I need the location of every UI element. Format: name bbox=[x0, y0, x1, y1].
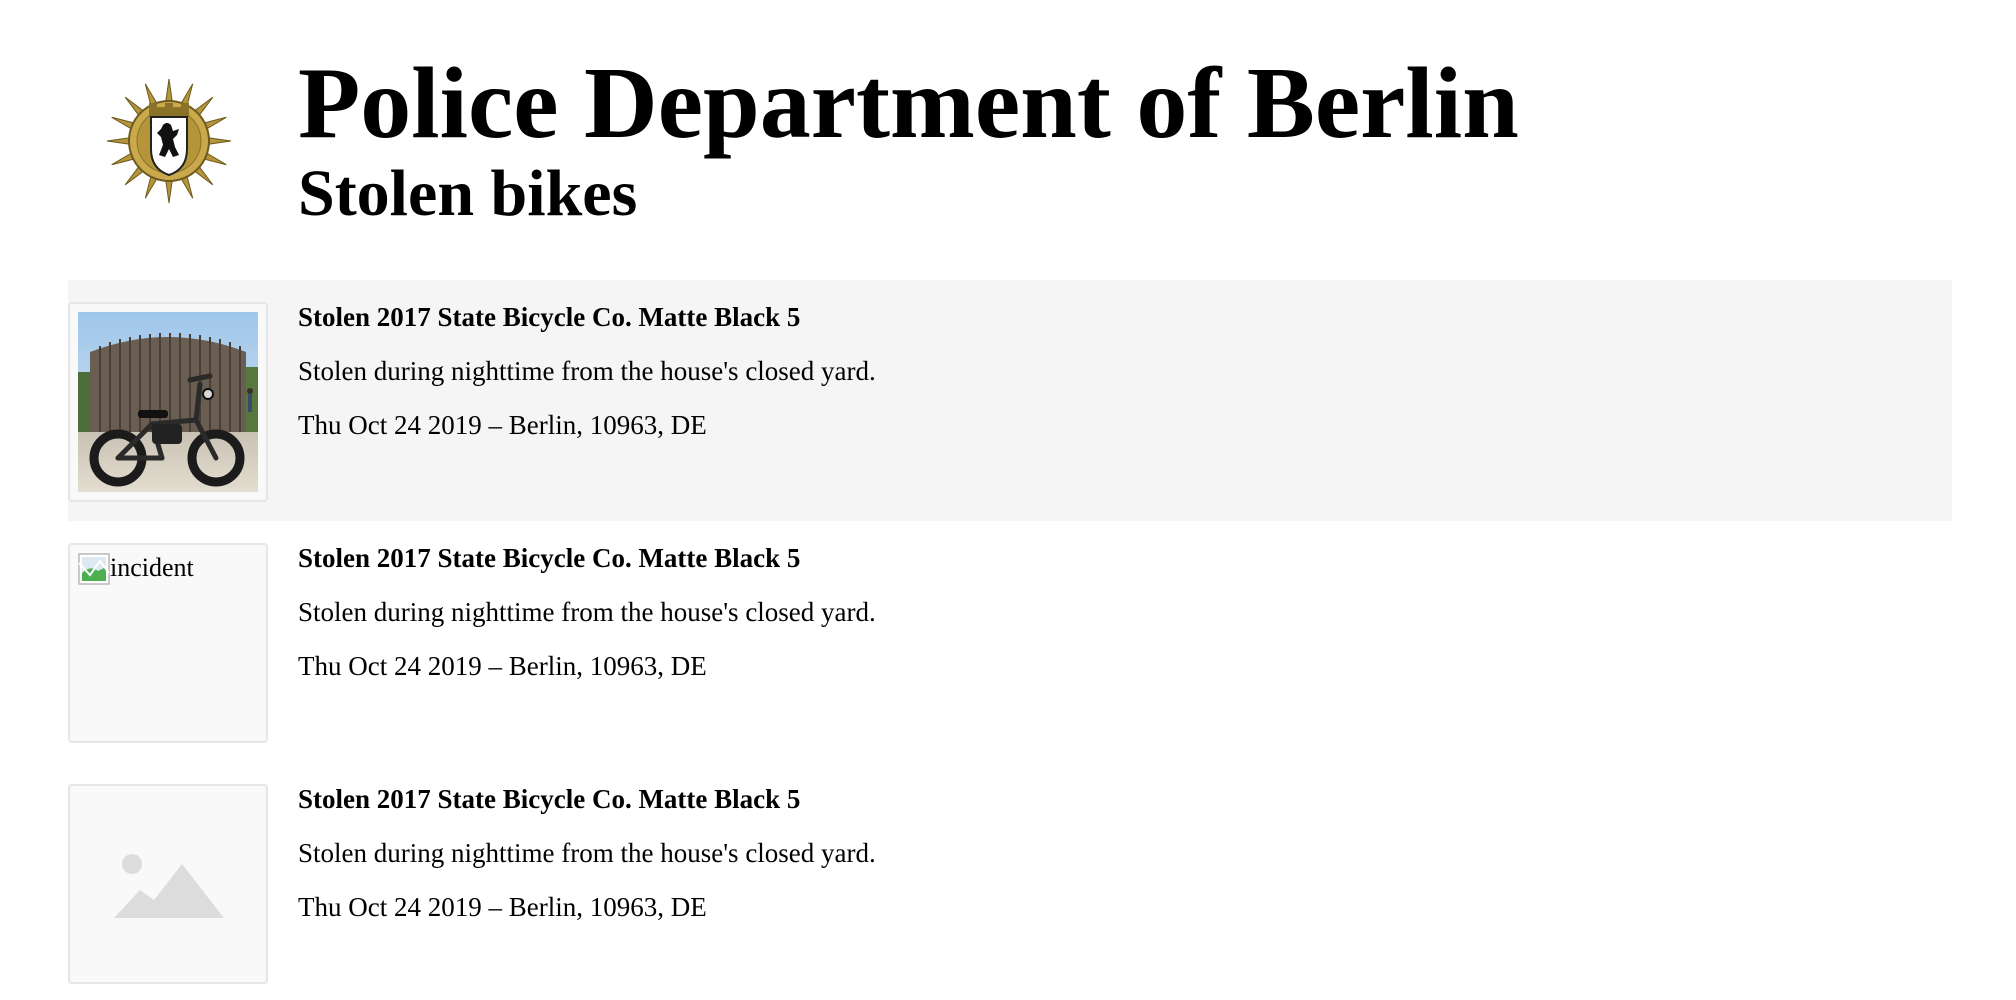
incident-thumbnail[interactable]: incident bbox=[68, 543, 268, 743]
incident-info: Stolen 2017 State Bicycle Co. Matte Blac… bbox=[298, 302, 876, 440]
incident-item[interactable]: incident Stolen 2017 State Bicycle Co. M… bbox=[68, 521, 1952, 762]
bike-photo bbox=[78, 312, 258, 492]
page-title: Police Department of Berlin bbox=[298, 47, 1519, 160]
broken-image-alt-text: incident bbox=[110, 553, 194, 582]
incident-description: Stolen during nighttime from the house's… bbox=[298, 597, 876, 627]
incident-thumbnail[interactable] bbox=[68, 784, 268, 984]
image-placeholder-icon bbox=[114, 854, 224, 918]
page-subtitle: Stolen bikes bbox=[298, 157, 638, 230]
incident-thumbnail[interactable] bbox=[68, 302, 268, 502]
incident-title[interactable]: Stolen 2017 State Bicycle Co. Matte Blac… bbox=[298, 543, 876, 573]
incident-description: Stolen during nighttime from the house's… bbox=[298, 356, 876, 386]
page-header: Police Department of Berlin Stolen bikes bbox=[0, 0, 2016, 270]
broken-image: incident bbox=[78, 553, 194, 585]
incident-title[interactable]: Stolen 2017 State Bicycle Co. Matte Blac… bbox=[298, 784, 876, 814]
incident-date-location: Thu Oct 24 2019 – Berlin, 10963, DE bbox=[298, 892, 707, 922]
incident-date-location: Thu Oct 24 2019 – Berlin, 10963, DE bbox=[298, 651, 707, 681]
berlin-police-star-icon bbox=[106, 78, 232, 204]
page: Police Department of Berlin Stolen bikes bbox=[0, 0, 2016, 1000]
broken-image-icon bbox=[78, 553, 110, 585]
incident-info: Stolen 2017 State Bicycle Co. Matte Blac… bbox=[298, 543, 876, 681]
incident-info: Stolen 2017 State Bicycle Co. Matte Blac… bbox=[298, 784, 876, 922]
incident-item[interactable]: Stolen 2017 State Bicycle Co. Matte Blac… bbox=[68, 280, 1952, 521]
incident-description: Stolen during nighttime from the house's… bbox=[298, 838, 876, 868]
incident-title[interactable]: Stolen 2017 State Bicycle Co. Matte Blac… bbox=[298, 302, 876, 332]
incident-date-location: Thu Oct 24 2019 – Berlin, 10963, DE bbox=[298, 410, 707, 440]
incident-item[interactable]: Stolen 2017 State Bicycle Co. Matte Blac… bbox=[68, 762, 1952, 1000]
incident-list: Stolen 2017 State Bicycle Co. Matte Blac… bbox=[68, 280, 1952, 1000]
